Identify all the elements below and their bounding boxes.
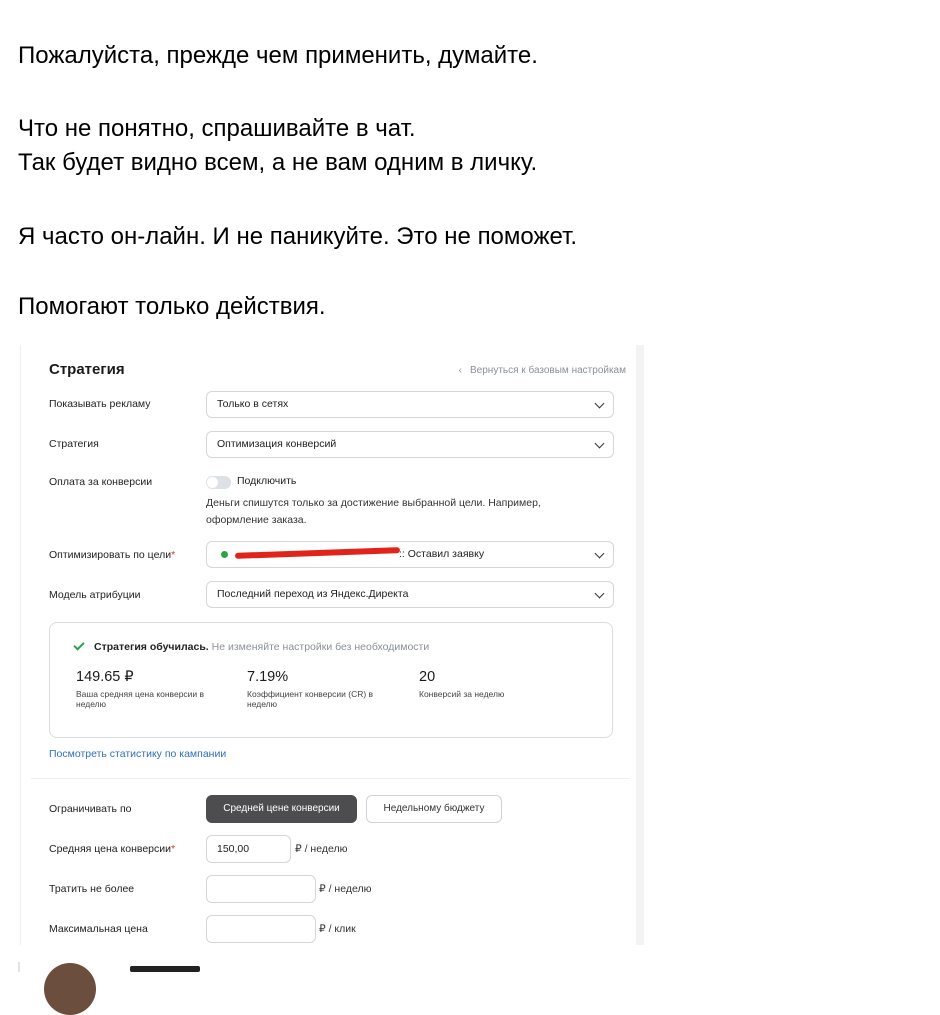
- goal-label: Оптимизировать по цели*: [49, 549, 176, 561]
- strategy-stats-panel: Стратегия обучилась. Не изменяйте настро…: [49, 622, 613, 738]
- attribution-select[interactable]: Последний переход из Яндекс.Директа: [206, 581, 614, 608]
- goal-value: :: Оставил заявку: [399, 548, 485, 560]
- limit-avg-cost-button[interactable]: Средней цене конверсии: [206, 795, 357, 823]
- quote-bar: [18, 962, 20, 972]
- stat-caption: Конверсий за неделю: [419, 689, 505, 699]
- strategy-label: Стратегия: [49, 438, 99, 450]
- message-line: Пожалуйста, прежде чем применить, думайт…: [18, 42, 538, 69]
- message-line: Что не понятно, спрашивайте в чат.: [18, 115, 416, 142]
- attribution-value: Последний переход из Яндекс.Директа: [217, 588, 409, 600]
- chevron-down-icon: [594, 548, 605, 559]
- attribution-label: Модель атрибуции: [49, 589, 141, 601]
- check-icon: [73, 639, 85, 651]
- chevron-down-icon: [594, 588, 605, 599]
- back-to-basic-link[interactable]: ‹ Вернуться к базовым настройкам: [459, 365, 626, 376]
- chevron-left-icon: ‹: [458, 365, 462, 376]
- message-line: Так будет видно всем, а не вам одним в л…: [18, 149, 538, 176]
- show-ads-value: Только в сетях: [217, 398, 289, 410]
- pay-for-conversions-label: Оплата за конверсии: [49, 476, 153, 488]
- strategy-screenshot: Стратегия ‹ Вернуться к базовым настройка…: [20, 345, 644, 945]
- chevron-down-icon: [594, 398, 605, 409]
- spend-limit-label: Тратить не более: [49, 883, 135, 895]
- toggle-label: Подключить: [237, 475, 297, 487]
- stat-item: 149.65 ₽ Ваша средняя цена конверсии в н…: [76, 669, 226, 709]
- stat-caption: Ваша средняя цена конверсии в неделю: [76, 689, 205, 709]
- pay-for-conversions-toggle[interactable]: [206, 476, 231, 489]
- avg-cost-input[interactable]: 150,00: [206, 835, 291, 863]
- max-price-unit: ₽ / клик: [319, 923, 356, 935]
- stat-value: 149.65 ₽: [76, 669, 134, 685]
- spend-limit-unit: ₽ / неделю: [319, 883, 372, 895]
- status-dot-icon: [221, 551, 228, 558]
- stat-value: 20: [419, 669, 436, 685]
- show-ads-select[interactable]: Только в сетях: [206, 391, 614, 418]
- message-line: Я часто он-лайн. И не паникуйте. Это не …: [18, 223, 578, 250]
- stat-value: 7.19%: [247, 669, 289, 685]
- limit-weekly-budget-button[interactable]: Недельному бюджету: [366, 795, 502, 823]
- stats-status: Стратегия обучилась. Не изменяйте настро…: [94, 641, 430, 653]
- redaction-mark: [234, 547, 401, 559]
- chevron-down-icon: [594, 438, 605, 449]
- strategy-select[interactable]: Оптимизация конверсий: [206, 431, 614, 458]
- avg-cost-label: Средняя цена конверсии*: [49, 843, 176, 855]
- spend-limit-input[interactable]: [206, 875, 316, 903]
- max-price-input[interactable]: [206, 915, 316, 943]
- max-price-label: Максимальная цена: [49, 923, 148, 935]
- goal-select[interactable]: :: Оставил заявку: [206, 541, 614, 568]
- message-line: Помогают только действия.: [18, 293, 326, 320]
- stat-item: 7.19% Коэффициент конверсии (CR) в недел…: [247, 669, 397, 709]
- back-link-label: Вернуться к базовым настройкам: [470, 365, 626, 376]
- stat-item: 20 Конверсий за неделю: [419, 669, 569, 699]
- strategy-title: Стратегия: [49, 361, 125, 378]
- campaign-stats-link[interactable]: Посмотреть статистику по кампании: [49, 748, 226, 760]
- limit-by-label: Ограничивать по: [49, 803, 132, 815]
- next-message-author: [130, 966, 200, 972]
- pay-hint: Деньги спишутся только за достижение выб…: [206, 497, 541, 526]
- avatar[interactable]: [44, 963, 96, 1015]
- strategy-value: Оптимизация конверсий: [217, 438, 337, 450]
- show-ads-label: Показывать рекламу: [49, 398, 151, 410]
- avg-cost-unit: ₽ / неделю: [295, 843, 348, 855]
- divider: [31, 778, 629, 779]
- stat-caption: Коэффициент конверсии (CR) в неделю: [247, 689, 374, 709]
